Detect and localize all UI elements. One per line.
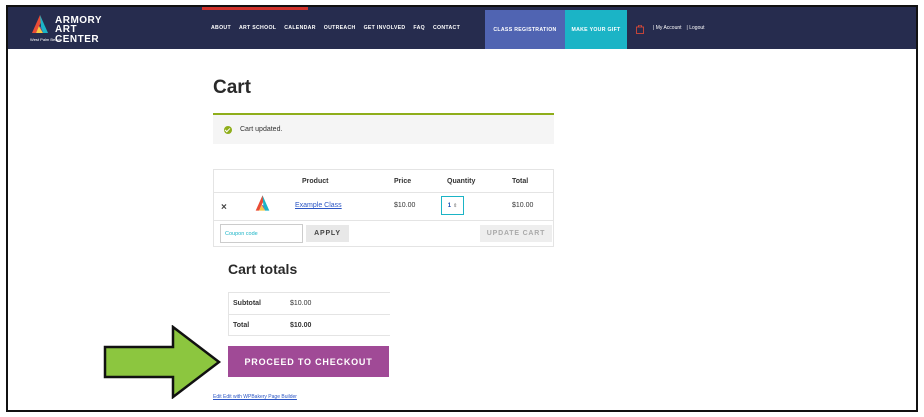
subtotal-value: $10.00 [290, 300, 312, 307]
col-header-total: Total [512, 178, 529, 185]
remove-item-button[interactable]: × [221, 202, 227, 213]
spinner-arrows-icon[interactable]: ⇕ [453, 203, 457, 209]
nav-get-involved[interactable]: GET INVOLVED [364, 25, 406, 31]
row-divider [214, 220, 553, 221]
total-value: $10.00 [290, 322, 312, 329]
col-header-quantity: Quantity [447, 178, 476, 185]
total-label: Total [233, 322, 250, 329]
cart-table: Product Price Quantity Total × Example C… [213, 169, 554, 247]
logo-text-line2: ART CENTER [55, 24, 100, 45]
nav-calendar[interactable]: CALENDAR [284, 25, 316, 31]
item-price: $10.00 [394, 202, 416, 209]
cart-totals-table: Subtotal $10.00 Total $10.00 [228, 292, 390, 336]
class-registration-button[interactable]: CLASS REGISTRATION [485, 10, 565, 49]
check-circle-icon [224, 125, 232, 134]
account-links: | My Account | Logout [653, 7, 710, 49]
proceed-to-checkout-button[interactable]: PROCEED TO CHECKOUT [228, 346, 389, 377]
product-thumbnail[interactable] [254, 194, 271, 212]
col-header-price: Price [394, 178, 412, 185]
col-header-product: Product [302, 178, 329, 185]
notice-text: Cart updated. [240, 126, 283, 133]
row-divider [214, 192, 553, 193]
subtotal-label: Subtotal [233, 300, 261, 307]
update-cart-button[interactable]: UPDATE CART [480, 225, 552, 242]
product-link[interactable]: Example Class [295, 202, 342, 209]
quantity-stepper[interactable]: 1 ⇕ [441, 196, 464, 215]
nav-faq[interactable]: FAQ [413, 25, 425, 31]
nav-contact[interactable]: CONTACT [433, 25, 460, 31]
cart-totals-heading: Cart totals [228, 261, 298, 277]
armory-logo-icon [32, 15, 48, 33]
item-total: $10.00 [512, 202, 534, 209]
make-your-gift-button[interactable]: MAKE YOUR GIFT [565, 10, 627, 49]
quantity-value: 1 [447, 202, 452, 209]
cart-updated-notice: Cart updated. [213, 113, 554, 144]
coupon-input[interactable]: Coupon code [220, 224, 303, 243]
logout-link[interactable]: | Logout [687, 25, 705, 31]
site-logo[interactable]: ARMORY ART CENTER West Palm Beach [30, 15, 120, 45]
totals-divider [229, 314, 390, 315]
page-title: Cart [213, 77, 252, 98]
nav-outreach[interactable]: OUTREACH [324, 25, 356, 31]
nav-about[interactable]: ABOUT [211, 25, 231, 31]
my-account-link[interactable]: | My Account [653, 25, 682, 31]
nav-art-school[interactable]: ART SCHOOL [239, 25, 276, 31]
main-nav: ABOUT ART SCHOOL CALENDAR OUTREACH GET I… [211, 7, 468, 49]
apply-coupon-button[interactable]: APPLY [306, 225, 349, 242]
logo-subtitle: West Palm Beach [30, 37, 62, 42]
wpbakery-edit-link[interactable]: Edit Edit with WPBakery Page Builder [213, 394, 297, 400]
cart-bag-icon[interactable] [636, 25, 644, 34]
browser-frame: ARMORY ART CENTER West Palm Beach ABOUT … [6, 5, 918, 412]
site-header: ARMORY ART CENTER West Palm Beach ABOUT … [8, 7, 916, 49]
green-arrow-icon [103, 325, 222, 399]
